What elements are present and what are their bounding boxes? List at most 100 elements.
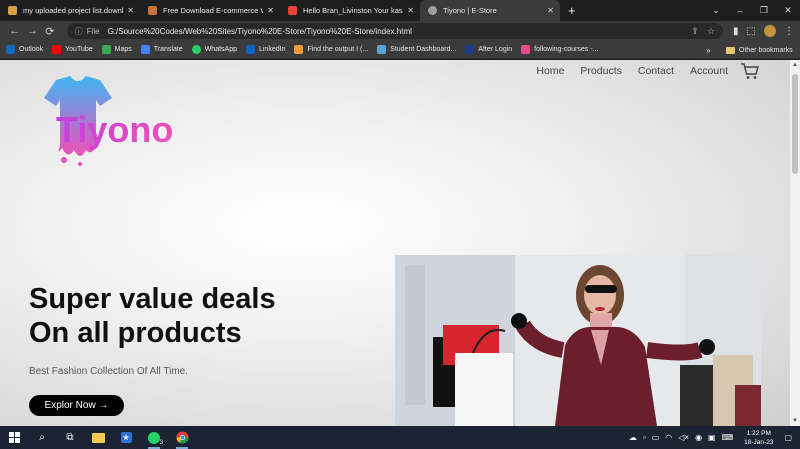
minimize-button[interactable]: –: [728, 6, 752, 16]
browser-tab-0[interactable]: my uploaded project list.downlo ✕: [0, 0, 140, 21]
hero-title: Super value deals On all products: [29, 282, 276, 350]
whatsapp-badge: 3: [158, 440, 164, 446]
bookmarks-overflow-button[interactable]: »: [706, 41, 710, 59]
bookmark-star-icon[interactable]: ☆: [707, 26, 715, 37]
scroll-down-icon[interactable]: ▼: [790, 418, 800, 424]
bookmark-student-dashboard[interactable]: Student Dashboard...: [377, 45, 456, 54]
clock-time: 1:22 PM: [746, 429, 771, 437]
bookmark-after-login[interactable]: After Login: [465, 45, 512, 54]
tab-favicon-icon: [148, 6, 157, 15]
browser-tab-2[interactable]: Hello Bran_Livinston Your kaship ✕: [280, 0, 420, 21]
battery-icon[interactable]: ▭: [652, 433, 660, 442]
bookmark-translate[interactable]: Translate: [140, 45, 183, 54]
maps-icon: [101, 45, 111, 54]
slack-icon: [521, 45, 531, 54]
bookmark-label: Outlook: [19, 46, 44, 53]
page-scrollbar[interactable]: ▲ ▼: [790, 60, 800, 426]
reload-button[interactable]: ⟳: [41, 25, 59, 38]
bookmark-label: After Login: [478, 46, 513, 53]
close-window-button[interactable]: ✕: [776, 5, 800, 16]
bookmark-label: Maps: [114, 46, 132, 53]
site-nav: Home Products Contact Account: [520, 62, 760, 80]
tab-strip: my uploaded project list.downlo ✕ Free D…: [0, 0, 800, 21]
share-icon[interactable]: ⇪: [691, 26, 699, 37]
clock[interactable]: 1:22 PM 18-Jan-23: [744, 429, 773, 447]
bookmark-icon: [465, 45, 475, 54]
excel-tray-icon[interactable]: ▣: [708, 433, 716, 442]
bookmark-label: Student Dashboard...: [390, 46, 457, 53]
nav-products[interactable]: Products: [580, 65, 621, 77]
network-icon[interactable]: ◠: [665, 433, 672, 442]
keyboard-icon[interactable]: ⌨: [722, 433, 734, 442]
tray-app-icon[interactable]: ▫: [643, 433, 646, 442]
chrome-taskbar-icon[interactable]: [168, 426, 196, 449]
windows-start-icon[interactable]: [0, 426, 28, 449]
task-view-icon[interactable]: ⧉: [56, 426, 84, 449]
extensions-icon[interactable]: ⬚: [747, 26, 756, 37]
tab-close-icon[interactable]: ✕: [407, 6, 414, 15]
nav-home[interactable]: Home: [536, 65, 564, 77]
tab-title: Tiyono | E-Store: [443, 6, 497, 15]
weather-icon[interactable]: ☁: [629, 433, 637, 442]
browser-tab-active[interactable]: Tiyono | E-Store ✕: [420, 0, 560, 21]
taskbar: ⌕ ⧉ ★ 3 ☁ ▫ ▭ ◠ ◁× ◉ ▣ ⌨ 1:22 PM 18-Jan-…: [0, 426, 800, 449]
other-bookmarks-folder[interactable]: Other bookmarks: [726, 41, 793, 59]
nav-account[interactable]: Account: [690, 65, 728, 77]
search-icon[interactable]: ⌕: [28, 426, 56, 449]
tab-close-icon[interactable]: ✕: [547, 6, 554, 15]
whatsapp-icon: [191, 45, 201, 54]
explore-now-button[interactable]: Explor Now →: [29, 395, 124, 416]
scheme-label: File: [86, 26, 100, 36]
menu-kebab-icon[interactable]: ⋮: [784, 26, 794, 37]
maximize-button[interactable]: ❐: [752, 5, 776, 16]
bookmark-outlook[interactable]: Outlook: [6, 45, 43, 54]
whatsapp-taskbar-icon[interactable]: 3: [140, 426, 168, 449]
profile-avatar[interactable]: [763, 25, 776, 37]
tab-title: Free Download E-commerce Wel: [163, 6, 264, 15]
url-text[interactable]: G:/Source%20Codes/Web%20Sites/Tiyono%20E…: [108, 27, 684, 36]
bookmark-whatsapp[interactable]: WhatsApp: [191, 45, 237, 54]
bookmark-find-output[interactable]: Find the output I (...: [294, 45, 368, 54]
forward-button[interactable]: →: [24, 25, 42, 37]
bookmark-linkedin[interactable]: LinkedIn: [245, 45, 285, 54]
tab-close-icon[interactable]: ✕: [127, 6, 134, 15]
toolbar: ← → ⟳ ⓘ File G:/Source%20Codes/Web%20Sit…: [0, 21, 800, 41]
tab-favicon-icon: [8, 6, 17, 15]
translate-icon: [140, 45, 150, 54]
bookmark-maps[interactable]: Maps: [101, 45, 132, 54]
store-app-icon[interactable]: ★: [112, 426, 140, 449]
tab-search-icon[interactable]: ⌄: [704, 5, 728, 16]
bookmark-label: following-courses -...: [534, 46, 599, 53]
tab-title: Hello Bran_Livinston Your kaship: [303, 6, 404, 15]
bookmark-youtube[interactable]: YouTube: [52, 45, 93, 54]
hero-subtitle: Best Fashion Collection Of All Time.: [29, 366, 188, 377]
bookmark-following-courses[interactable]: following-courses -...: [521, 45, 598, 54]
tiyono-logo[interactable]: Tiyono: [34, 76, 214, 166]
nav-contact[interactable]: Contact: [638, 65, 674, 77]
outlook-icon: [6, 45, 15, 54]
web-page: Tiyono Home Products Contact Account Sup…: [0, 60, 790, 426]
bookmark-label: Find the output I (...: [307, 46, 369, 53]
browser-tab-1[interactable]: Free Download E-commerce Wel ✕: [140, 0, 280, 21]
scroll-up-icon[interactable]: ▲: [790, 62, 800, 68]
side-panel-icon[interactable]: ▮: [733, 26, 739, 37]
cart-icon[interactable]: [740, 62, 760, 80]
scroll-thumb[interactable]: [792, 74, 798, 174]
hero-title-line1: Super value deals: [29, 283, 276, 315]
new-tab-button[interactable]: +: [560, 0, 584, 21]
globe-icon: [428, 6, 437, 15]
info-icon[interactable]: ⓘ: [75, 26, 83, 37]
back-button[interactable]: ←: [6, 25, 24, 37]
tab-close-icon[interactable]: ✕: [267, 6, 274, 15]
bookmarks-bar: Outlook YouTube Maps Translate WhatsApp …: [0, 41, 800, 59]
security-icon[interactable]: ◉: [695, 433, 702, 442]
volume-icon[interactable]: ◁×: [678, 433, 689, 442]
other-bookmarks-label: Other bookmarks: [739, 46, 793, 54]
folder-icon: [726, 46, 735, 54]
file-explorer-icon[interactable]: [84, 426, 112, 449]
bookmark-label: YouTube: [65, 46, 93, 53]
clock-date: 18-Jan-23: [744, 438, 774, 446]
address-bar[interactable]: ⓘ File G:/Source%20Codes/Web%20Sites/Tiy…: [66, 23, 724, 39]
bookmark-icon: [294, 45, 304, 54]
notifications-icon[interactable]: ▢: [784, 433, 792, 442]
